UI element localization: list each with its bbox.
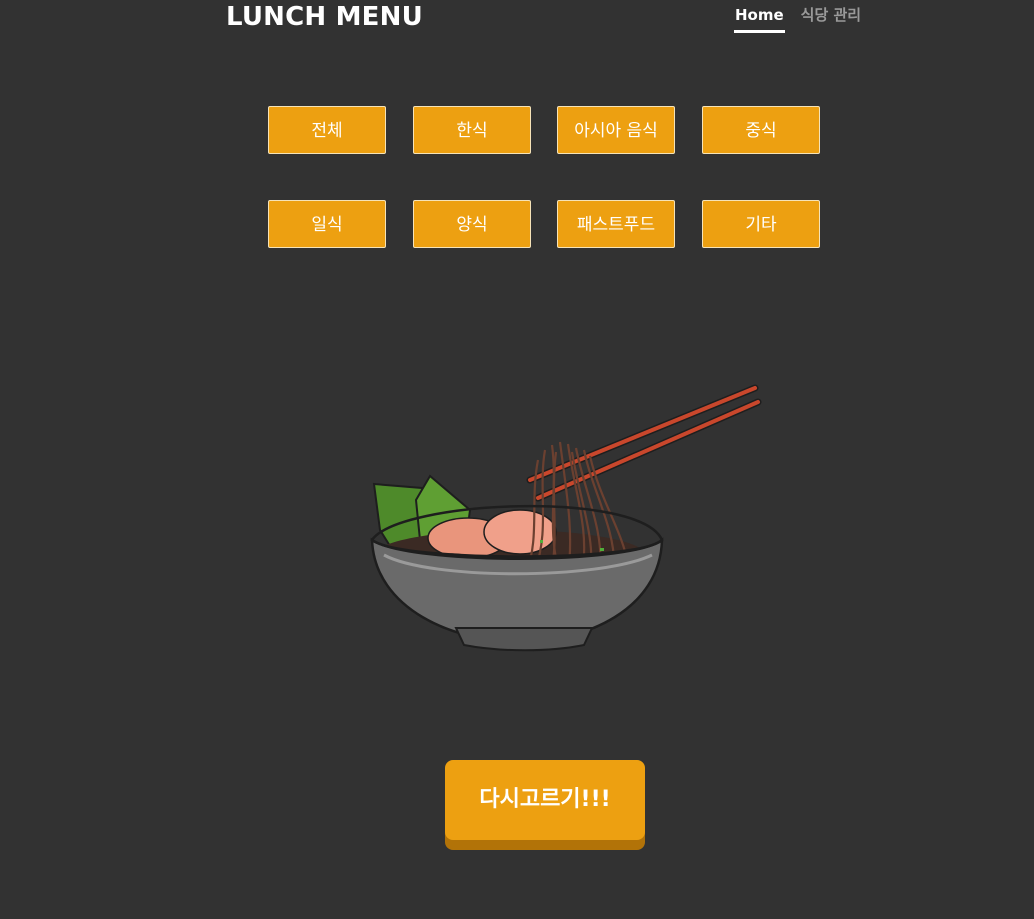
category-button-fastfood[interactable]: 패스트푸드 xyxy=(557,200,675,248)
result-food-image xyxy=(360,380,770,660)
category-button-japanese[interactable]: 일식 xyxy=(268,200,386,248)
noodle-bowl-icon xyxy=(370,384,762,652)
category-button-other[interactable]: 기타 xyxy=(702,200,820,248)
category-button-korean[interactable]: 한식 xyxy=(413,106,531,154)
brand-title[interactable]: LUNCH MENU xyxy=(226,0,423,34)
nav-menu: Home 식당 관리 xyxy=(734,0,877,34)
top-navbar: LUNCH MENU Home 식당 관리 xyxy=(0,0,1034,40)
nav-item-home[interactable]: Home xyxy=(734,0,785,33)
nav-item-restaurant-management[interactable]: 식당 관리 xyxy=(801,0,861,30)
category-button-asian[interactable]: 아시아 음식 xyxy=(557,106,675,154)
category-button-chinese[interactable]: 중식 xyxy=(702,106,820,154)
category-button-western[interactable]: 양식 xyxy=(413,200,531,248)
retry-pick-button[interactable]: 다시고르기!!! xyxy=(445,760,645,840)
category-button-all[interactable]: 전체 xyxy=(268,106,386,154)
